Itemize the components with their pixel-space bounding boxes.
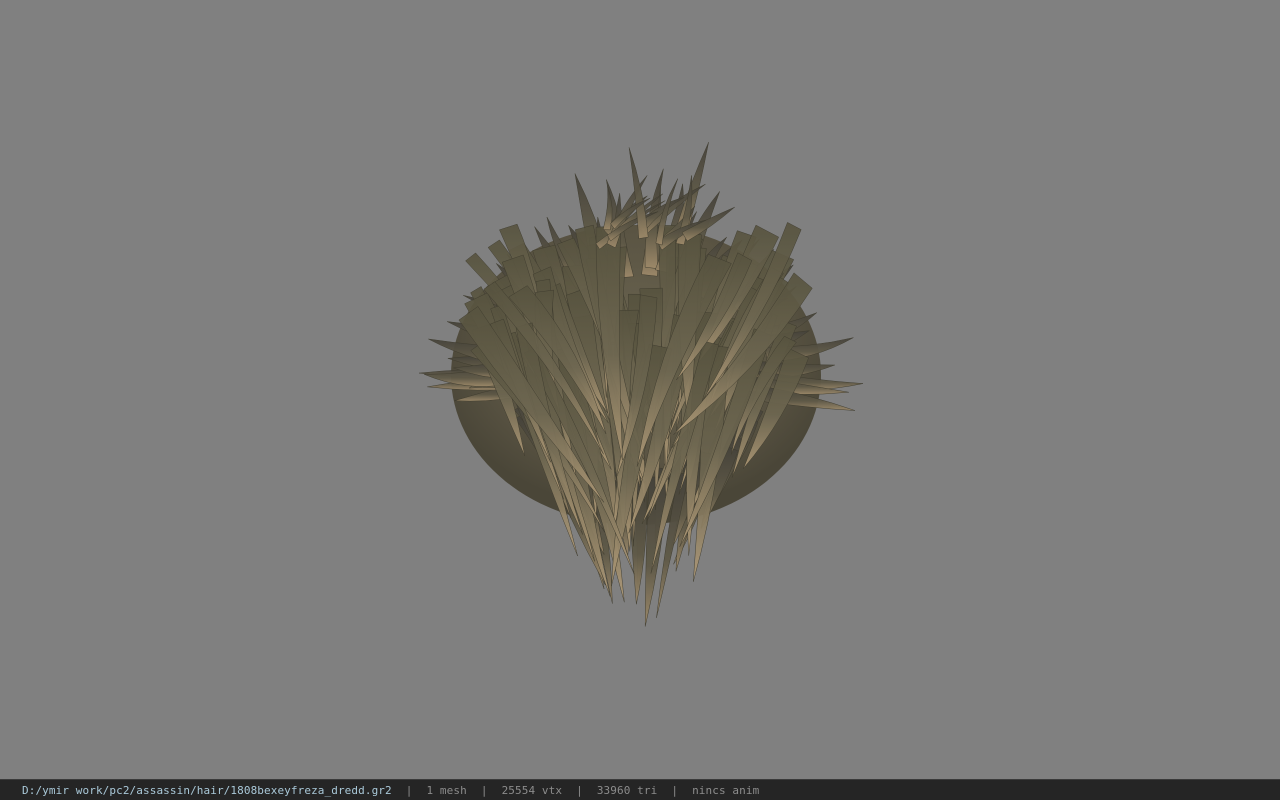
separator: | (576, 783, 583, 797)
vertex-count: 25554 vtx (501, 783, 563, 797)
mesh-count: 1 mesh (426, 783, 467, 797)
file-path: D:/ymir work/pc2/assassin/hair/1808bexey… (22, 783, 392, 797)
hair-model (419, 142, 864, 627)
anim-status: nincs anim (692, 783, 760, 797)
triangle-count: 33960 tri (596, 783, 658, 797)
hair-strands (419, 142, 864, 627)
separator: | (480, 783, 488, 797)
separator: | (671, 783, 679, 797)
status-bar: D:/ymir work/pc2/assassin/hair/1808bexey… (0, 779, 1280, 800)
separator: | (405, 783, 413, 797)
3d-viewport[interactable] (0, 0, 1280, 779)
